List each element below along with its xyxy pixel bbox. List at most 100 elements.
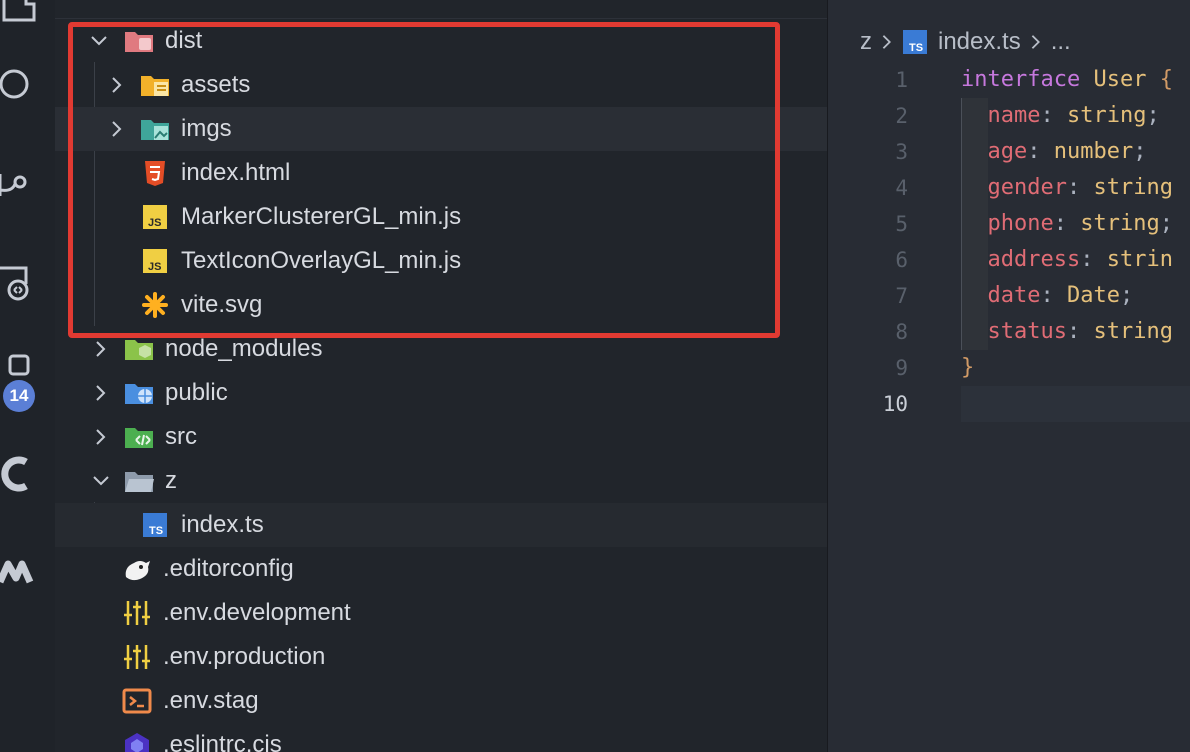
colon: : bbox=[1066, 175, 1081, 200]
line-number: 3 bbox=[895, 140, 908, 164]
eslint-file-icon bbox=[121, 731, 153, 752]
tree-label: .env.development bbox=[163, 599, 351, 626]
source-control-icon[interactable] bbox=[0, 166, 40, 206]
colon: : bbox=[1066, 319, 1081, 344]
code-line: gender: string bbox=[961, 170, 1190, 206]
tree-label: .env.production bbox=[163, 643, 326, 670]
tree-label: public bbox=[165, 379, 228, 406]
remote-explorer-icon[interactable] bbox=[0, 262, 40, 302]
tree-label: index.ts bbox=[181, 511, 264, 538]
code-line: status: string bbox=[961, 314, 1190, 350]
line-number-gutter: 1 2 3 4 5 6 7 8 9 10 bbox=[828, 62, 908, 422]
type: string bbox=[1093, 175, 1173, 200]
tree-label: .eslintrc.cjs bbox=[163, 731, 282, 752]
code-line: } bbox=[961, 350, 1190, 386]
highlight-box bbox=[68, 22, 780, 338]
chevron-right-icon bbox=[89, 425, 113, 449]
folder-public-icon bbox=[123, 379, 155, 407]
line-number: 5 bbox=[895, 212, 908, 236]
tree-label: node_modules bbox=[165, 335, 323, 362]
code-area[interactable]: interface User { name: string; age: numb… bbox=[961, 62, 1190, 422]
explorer-icon[interactable] bbox=[0, 0, 40, 30]
type: number bbox=[1053, 139, 1134, 164]
semicolon: ; bbox=[1133, 139, 1147, 164]
semicolon: ; bbox=[1146, 103, 1160, 128]
colon: : bbox=[1040, 103, 1054, 128]
breadcrumb-file[interactable]: index.ts bbox=[938, 28, 1021, 56]
chevron-down-icon bbox=[89, 469, 113, 493]
colon: : bbox=[1080, 247, 1094, 272]
property: status bbox=[987, 319, 1067, 344]
chevron-right-icon bbox=[1031, 35, 1040, 49]
folder-open-icon bbox=[123, 467, 155, 495]
line-number-active: 10 bbox=[882, 392, 908, 416]
code-line: interface User { bbox=[961, 62, 1190, 98]
type: string bbox=[1093, 319, 1173, 344]
code-line: phone: string; bbox=[961, 206, 1190, 242]
type: string bbox=[1080, 211, 1160, 236]
keyword: interface bbox=[961, 67, 1081, 92]
property: address bbox=[987, 247, 1081, 272]
tree-file-eslintrc[interactable]: .eslintrc.cjs bbox=[55, 723, 827, 752]
property: phone bbox=[987, 211, 1054, 236]
tree-file-index-ts[interactable]: TS index.ts bbox=[55, 503, 827, 547]
folder-src-icon bbox=[123, 423, 155, 451]
ts-file-icon: TS bbox=[903, 30, 927, 54]
chevron-right-icon bbox=[89, 381, 113, 405]
line-number: 6 bbox=[895, 248, 908, 272]
code-line: name: string; bbox=[961, 98, 1190, 134]
search-icon[interactable] bbox=[0, 64, 40, 104]
type: Date bbox=[1066, 283, 1120, 308]
tree-file-env-stag[interactable]: .env.stag bbox=[55, 679, 827, 723]
breadcrumb-folder[interactable]: z bbox=[860, 28, 872, 56]
line-number: 2 bbox=[895, 104, 908, 128]
code-line: address: strin bbox=[961, 242, 1190, 278]
semicolon: ; bbox=[1119, 283, 1134, 308]
ts-file-icon: TS bbox=[139, 511, 171, 539]
tree-folder-z[interactable]: z bbox=[55, 459, 827, 503]
code-line: age: number; bbox=[961, 134, 1190, 170]
breadcrumb-more[interactable]: ... bbox=[1051, 28, 1071, 56]
tree-file-env-production[interactable]: .env.production bbox=[55, 635, 827, 679]
colon: : bbox=[1053, 211, 1067, 236]
tree-label: z bbox=[165, 467, 177, 494]
codeium-icon[interactable] bbox=[0, 552, 40, 592]
tree-file-env-development[interactable]: .env.development bbox=[55, 591, 827, 635]
type: string bbox=[1066, 103, 1147, 128]
explorer-header bbox=[55, 0, 827, 19]
tree-label: src bbox=[165, 423, 197, 450]
svg-text:TS: TS bbox=[149, 525, 163, 537]
line-number: 4 bbox=[895, 176, 908, 200]
semicolon: ; bbox=[1159, 211, 1173, 236]
tree-label: .env.stag bbox=[163, 687, 259, 714]
terminal-file-icon bbox=[121, 687, 153, 715]
brace: { bbox=[1159, 67, 1173, 92]
line-number: 8 bbox=[895, 320, 908, 344]
editor-pane: z TS index.ts ... 1 2 3 4 5 6 7 8 9 10 i… bbox=[827, 0, 1190, 752]
tree-file-editorconfig[interactable]: .editorconfig bbox=[55, 547, 827, 591]
gitlens-icon[interactable] bbox=[0, 454, 40, 494]
property: age bbox=[987, 139, 1028, 164]
extensions-badge: 14 bbox=[3, 380, 35, 412]
breadcrumb: z TS index.ts ... bbox=[860, 26, 1071, 58]
code-line: date: Date; bbox=[961, 278, 1190, 314]
folder-node-icon bbox=[123, 335, 155, 363]
chevron-right-icon bbox=[882, 35, 891, 49]
tree-label: .editorconfig bbox=[163, 555, 294, 582]
svg-text:TS: TS bbox=[909, 42, 923, 54]
line-number: 7 bbox=[895, 284, 908, 308]
brace: } bbox=[961, 355, 975, 380]
tree-folder-public[interactable]: public bbox=[55, 371, 827, 415]
type-name: User bbox=[1093, 67, 1147, 92]
colon: : bbox=[1040, 283, 1054, 308]
property: date bbox=[987, 283, 1041, 308]
property: gender bbox=[987, 175, 1067, 200]
tree-folder-src[interactable]: src bbox=[55, 415, 827, 459]
property: name bbox=[987, 103, 1041, 128]
type: strin bbox=[1106, 247, 1173, 272]
env-file-icon bbox=[121, 599, 153, 627]
chevron-right-icon bbox=[89, 337, 113, 361]
line-number: 1 bbox=[895, 68, 908, 92]
line-number: 9 bbox=[895, 356, 908, 380]
